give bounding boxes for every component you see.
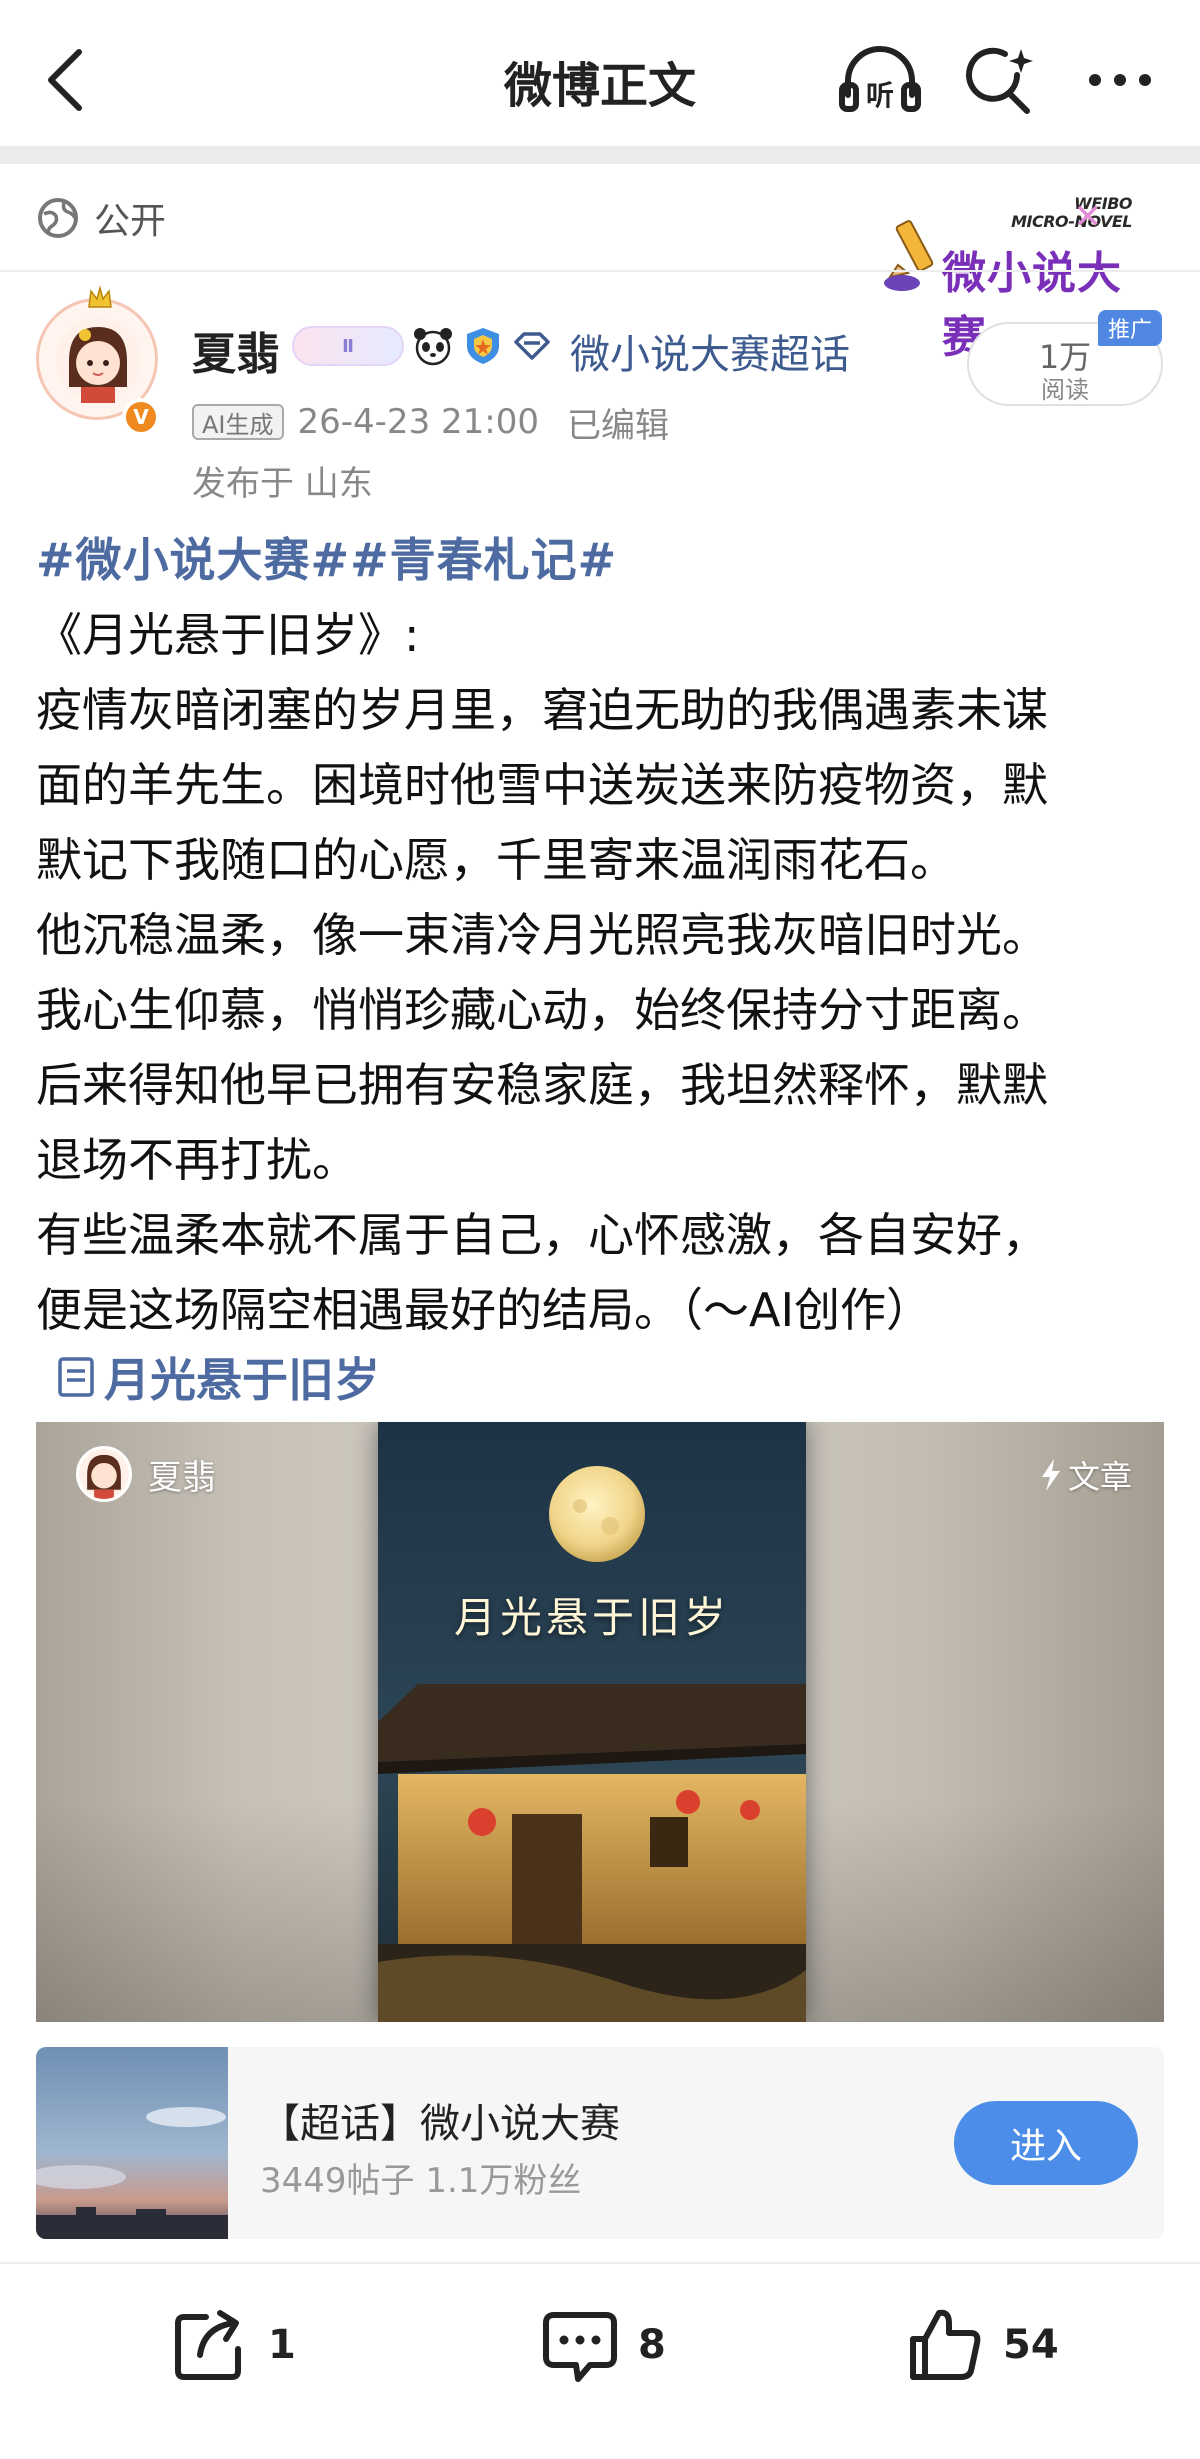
verified-badge: V (122, 398, 160, 436)
crown-icon (88, 285, 112, 308)
document-icon (58, 1357, 94, 1397)
ellipsis-icon (1089, 74, 1151, 86)
book-cover-image (378, 1422, 806, 2022)
like-button[interactable]: 54 (905, 2300, 1059, 2390)
repost-button[interactable]: 1 (170, 2300, 296, 2390)
author-name[interactable]: 夏翡 (192, 318, 280, 382)
lightning-icon (1041, 1459, 1060, 1491)
shield-badge-icon[interactable] (462, 325, 504, 367)
visibility-label: 公开 (94, 201, 167, 242)
enter-supertopic-button[interactable]: 进入 (954, 2101, 1138, 2185)
pencil-mascot-icon (884, 220, 934, 291)
post-meta: AI生成 26-4-23 21:00 已编辑 (192, 398, 669, 446)
post-line: 他沉稳温柔，像一束清冷月光照亮我灰暗旧时光。 (36, 908, 1048, 962)
search-button[interactable] (955, 40, 1045, 120)
avatar-illustration (79, 1449, 129, 1499)
post-body: 《月光悬于旧岁》: 疫情灰暗闭塞的岁月里，窘迫无助的我偶遇素未谋 面的羊先生。困… (36, 598, 1166, 1348)
card-author[interactable]: 夏翡 (76, 1444, 216, 1504)
comment-icon (543, 2312, 617, 2382)
author-badges: Ⅱ (292, 322, 552, 370)
heart-icon: ✕ (1073, 197, 1103, 237)
ai-generated-tag: AI生成 (192, 404, 284, 440)
header-divider (0, 270, 1200, 272)
post-line: 退场不再打扰。 (36, 1133, 358, 1187)
comment-count: 8 (638, 2322, 666, 2368)
like-count: 54 (1003, 2322, 1059, 2368)
post-line: 我心生仰慕，悄悄珍藏心动，始终保持分寸距离。 (36, 983, 1048, 1037)
supertopic-link[interactable]: 微小说大赛超话 (570, 322, 850, 380)
visibility-indicator: 公开 (36, 190, 166, 246)
supertopic-thumbnail (36, 2047, 228, 2239)
supertopic-name: 【超话】微小说大赛 (260, 2101, 620, 2147)
promo-tag[interactable]: 推广 (1098, 310, 1162, 346)
article-card[interactable]: 月光悬于旧岁 夏翡 文章 (36, 1422, 1164, 2022)
supertopic-icon (514, 332, 550, 360)
supertopic-stats: 3449帖子 1.1万粉丝 (260, 2161, 582, 2201)
contest-badge[interactable]: WEIBO MICRO-NOVEL ✕ 微小说大赛 (872, 194, 1132, 363)
headphones-icon: 听 (839, 46, 921, 112)
article-type-tag: 文章 (1040, 1452, 1132, 1498)
article-type-label: 文章 (1067, 1458, 1132, 1496)
globe-icon (38, 198, 78, 238)
contest-badge-en: WEIBO MICRO-NOVEL (1011, 194, 1132, 231)
listen-button[interactable]: 听 (835, 40, 925, 120)
more-button[interactable] (1075, 40, 1165, 120)
post-line: 默记下我随口的心愿，千里寄来温润雨花石。 (36, 833, 956, 887)
thumbs-up-icon (910, 2309, 981, 2380)
panda-icon[interactable] (412, 325, 454, 367)
section-divider (0, 146, 1200, 164)
article-link[interactable]: 月光悬于旧岁 (56, 1342, 380, 1412)
card-author-name: 夏翡 (148, 1457, 216, 1498)
post-line: 《月光悬于旧岁》: (36, 608, 420, 662)
action-bar-divider (0, 2262, 1200, 2264)
repost-count: 1 (268, 2322, 296, 2368)
supertopic-card[interactable]: 【超话】微小说大赛 3449帖子 1.1万粉丝 进入 (36, 2047, 1164, 2239)
post-time: 26-4-23 21:00 (297, 402, 540, 442)
search-sparkle-icon (966, 47, 1033, 114)
post-line: 后来得知他早已拥有安稳家庭，我坦然释怀，默默 (36, 1058, 1048, 1112)
member-level-badge[interactable]: Ⅱ (292, 326, 404, 366)
card-avatar (76, 1446, 132, 1502)
post-line: 面的羊先生。困境时他雪中送炭送来防疫物资，默 (36, 758, 1048, 812)
post-line: 有些温柔本就不属于自己，心怀感激，各自安好， (36, 1208, 1048, 1262)
listen-label: 听 (866, 79, 894, 112)
avatar-illustration (56, 318, 140, 403)
edited-label[interactable]: 已编辑 (567, 398, 669, 447)
top-nav-bar: 微博正文 听 (0, 0, 1200, 150)
post-location: 发布于 山东 (192, 464, 373, 504)
post-line: 疫情灰暗闭塞的岁月里，窘迫无助的我偶遇素未谋 (36, 683, 1048, 737)
article-link-label: 月光悬于旧岁 (104, 1353, 380, 1407)
read-label: 阅读 (1041, 376, 1089, 404)
repost-icon (175, 2310, 241, 2380)
post-line: 便是这场隔空相遇最好的结局。（～AI创作） (36, 1283, 933, 1337)
book-title: 月光悬于旧岁 (453, 1593, 730, 1642)
hashtag-topics[interactable]: #微小说大赛##青春札记# (36, 524, 617, 590)
comment-button[interactable]: 8 (540, 2300, 666, 2390)
